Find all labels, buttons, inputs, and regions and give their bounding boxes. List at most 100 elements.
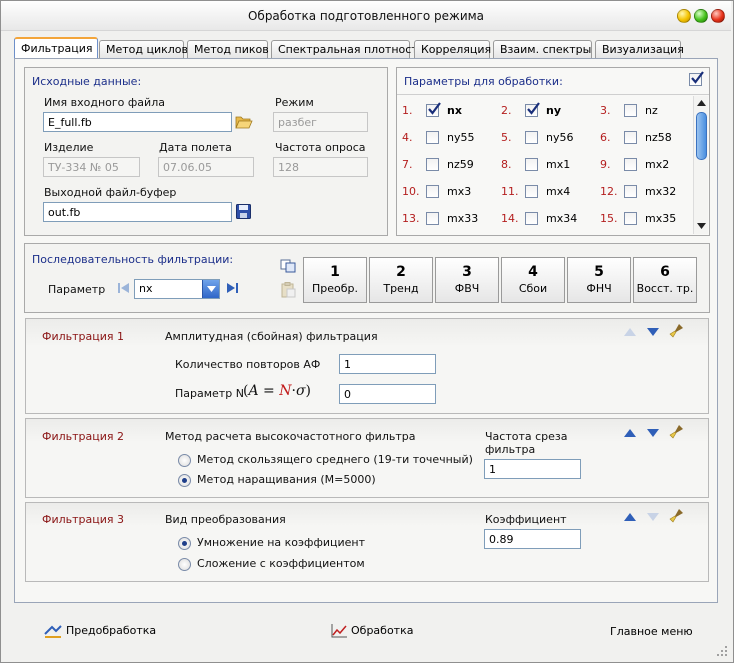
filter2-move-down-icon[interactable] bbox=[647, 428, 659, 438]
filter2-clear-icon[interactable] bbox=[669, 424, 684, 439]
params-scrollbar[interactable] bbox=[693, 96, 708, 234]
filter3-option1-radio[interactable] bbox=[178, 537, 191, 550]
sequence-step-1[interactable]: 1 Преобр. bbox=[303, 257, 367, 303]
minimize-button[interactable] bbox=[677, 9, 691, 23]
param-checkbox-mx3[interactable] bbox=[426, 185, 439, 198]
tab-spectral-density[interactable]: Спектральная плотность bbox=[271, 40, 424, 59]
param-checkbox-mx34[interactable] bbox=[525, 212, 538, 225]
filter1-move-down-icon[interactable] bbox=[647, 327, 659, 337]
resize-grip-icon[interactable] bbox=[716, 645, 728, 657]
paramN-label: Параметр N bbox=[175, 387, 244, 400]
tab-peak-method[interactable]: Метод пиков bbox=[187, 40, 269, 59]
sequence-step-label: Преобр. bbox=[311, 282, 358, 295]
cutoff-field[interactable] bbox=[484, 459, 581, 479]
scroll-up-icon[interactable] bbox=[697, 100, 706, 106]
param-name: ny55 bbox=[447, 131, 475, 144]
filter2-option1-radio[interactable] bbox=[178, 454, 191, 467]
sequence-step-number: 5 bbox=[594, 264, 604, 280]
param-name: ny bbox=[546, 104, 562, 117]
param-checkbox-nz58[interactable] bbox=[624, 131, 637, 144]
sequence-step-label: Восст. тр. bbox=[636, 282, 694, 295]
param-select[interactable]: nx bbox=[134, 279, 220, 299]
first-param-icon[interactable] bbox=[118, 282, 129, 294]
param-checkbox-nz59[interactable] bbox=[426, 158, 439, 171]
filter1-move-up-icon[interactable] bbox=[624, 327, 636, 337]
scroll-down-icon[interactable] bbox=[697, 223, 706, 229]
maximize-button[interactable] bbox=[694, 9, 708, 23]
tab-cycle-method[interactable]: Метод циклов bbox=[99, 40, 188, 59]
filter2-move-up-icon[interactable] bbox=[624, 428, 636, 438]
sequence-step-6[interactable]: 6 Восст. тр. bbox=[633, 257, 697, 303]
main-menu-button[interactable]: Главное меню bbox=[610, 625, 693, 638]
param-number: 14. bbox=[501, 212, 519, 225]
param-name: mx2 bbox=[645, 158, 670, 171]
param-name: mx35 bbox=[645, 212, 677, 225]
mode-label: Режим bbox=[275, 96, 314, 109]
output-file-field[interactable] bbox=[43, 202, 232, 222]
param-checkbox-ny55[interactable] bbox=[426, 131, 439, 144]
param-select-label: Параметр bbox=[48, 283, 106, 296]
filter3-name: Фильтрация 3 bbox=[42, 513, 125, 526]
tab-filtering[interactable]: Фильтрация bbox=[14, 37, 98, 59]
coef-field[interactable] bbox=[484, 529, 581, 549]
close-button[interactable] bbox=[711, 9, 725, 23]
last-param-icon[interactable] bbox=[227, 282, 238, 294]
output-file-label: Выходной файл-буфер bbox=[44, 186, 177, 199]
param-checkbox-mx35[interactable] bbox=[624, 212, 637, 225]
sequence-step-label: Тренд bbox=[383, 282, 419, 295]
param-checkbox-nz[interactable] bbox=[624, 104, 637, 117]
param-name: mx4 bbox=[546, 185, 571, 198]
param-number: 1. bbox=[402, 104, 413, 117]
dropdown-chevron-icon[interactable] bbox=[202, 280, 219, 298]
paste-icon[interactable] bbox=[280, 282, 296, 298]
product-field bbox=[43, 157, 140, 177]
filter2-title: Метод расчета высокочастотного фильтра bbox=[165, 430, 416, 443]
sequence-step-label: ФНЧ bbox=[586, 282, 612, 295]
filter1-clear-icon[interactable] bbox=[669, 323, 684, 338]
copy-icon[interactable] bbox=[280, 259, 296, 273]
cutoff-label-line1: Частота среза bbox=[485, 430, 568, 443]
process-label: Обработка bbox=[351, 624, 414, 637]
param-name: mx33 bbox=[447, 212, 479, 225]
filter3-move-up-icon[interactable] bbox=[624, 512, 636, 522]
filter3-option2-radio[interactable] bbox=[178, 558, 191, 571]
preprocess-icon bbox=[44, 625, 62, 638]
param-name: mx1 bbox=[546, 158, 571, 171]
mode-field bbox=[273, 112, 368, 132]
sequence-step-number: 6 bbox=[660, 264, 670, 280]
select-all-checkbox[interactable] bbox=[689, 71, 704, 86]
input-file-field[interactable] bbox=[43, 112, 232, 132]
param-checkbox-ny56[interactable] bbox=[525, 131, 538, 144]
paramN-field[interactable] bbox=[339, 384, 436, 404]
param-checkbox-mx4[interactable] bbox=[525, 185, 538, 198]
sequence-step-3[interactable]: 3 ФВЧ bbox=[435, 257, 499, 303]
param-checkbox-ny[interactable] bbox=[525, 102, 540, 117]
param-checkbox-mx1[interactable] bbox=[525, 158, 538, 171]
filter2-option2-radio[interactable] bbox=[178, 474, 191, 487]
paramN-formula: (A = N·σ) bbox=[243, 383, 311, 399]
scroll-thumb[interactable] bbox=[696, 112, 707, 160]
filter1-name: Фильтрация 1 bbox=[42, 330, 125, 343]
sequence-step-label: ФВЧ bbox=[454, 282, 480, 295]
save-disk-icon[interactable] bbox=[236, 204, 251, 219]
window-title: Обработка подготовленного режима bbox=[247, 9, 485, 23]
sequence-step-5[interactable]: 5 ФНЧ bbox=[567, 257, 631, 303]
tab-correlation[interactable]: Корреляция bbox=[414, 40, 491, 59]
param-checkbox-mx32[interactable] bbox=[624, 185, 637, 198]
param-name: nz58 bbox=[645, 131, 672, 144]
sequence-step-4[interactable]: 4 Сбои bbox=[501, 257, 565, 303]
sample-rate-field bbox=[273, 157, 368, 177]
param-number: 2. bbox=[501, 104, 512, 117]
open-folder-icon[interactable] bbox=[235, 114, 253, 130]
tab-visualization[interactable]: Визуализация bbox=[595, 40, 684, 59]
repeats-field[interactable] bbox=[339, 354, 436, 374]
param-checkbox-mx33[interactable] bbox=[426, 212, 439, 225]
filter3-move-down-icon[interactable] bbox=[647, 512, 659, 522]
param-checkbox-mx2[interactable] bbox=[624, 158, 637, 171]
param-name: mx3 bbox=[447, 185, 472, 198]
tab-cross-spectra[interactable]: Взаим. спектры bbox=[493, 40, 592, 59]
sequence-step-2[interactable]: 2 Тренд bbox=[369, 257, 433, 303]
param-checkbox-nx[interactable] bbox=[426, 102, 441, 117]
param-name: nx bbox=[447, 104, 462, 117]
filter3-clear-icon[interactable] bbox=[669, 508, 684, 523]
